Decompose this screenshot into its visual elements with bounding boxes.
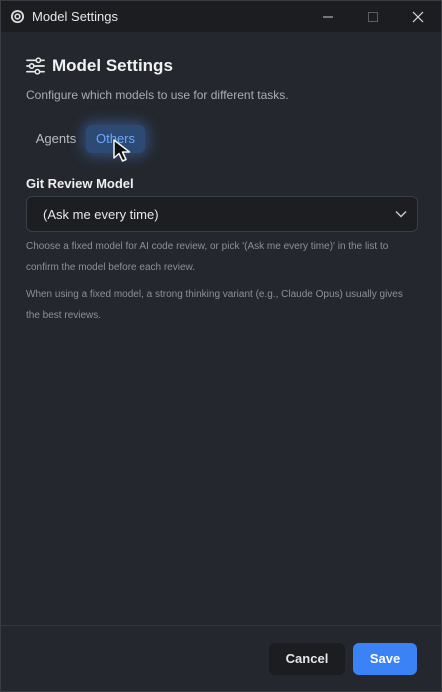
window-title: Model Settings — [32, 9, 118, 24]
select-value: (Ask me every time) — [43, 207, 159, 222]
help-text-thinking-variant: When using a fixed model, a strong think… — [26, 289, 403, 321]
close-button[interactable] — [395, 1, 441, 32]
help-text-fixed-model: Choose a fixed model for AI code review,… — [26, 241, 389, 273]
app-icon — [10, 9, 25, 24]
git-review-model-select[interactable]: (Ask me every time) — [26, 196, 418, 232]
title-bar: Model Settings — [1, 1, 441, 32]
close-icon — [412, 11, 424, 22]
page-title: Model Settings — [52, 56, 173, 75]
maximize-button[interactable] — [350, 1, 396, 32]
page-subtitle: Configure which models to use for differ… — [26, 88, 289, 102]
maximize-icon — [368, 11, 378, 22]
save-button[interactable]: Save — [353, 643, 417, 675]
chevron-down-icon — [395, 211, 407, 218]
sliders-icon — [26, 57, 45, 75]
git-review-model-label: Git Review Model — [26, 176, 134, 191]
footer-divider — [1, 625, 441, 626]
mouse-cursor-icon — [113, 139, 131, 162]
minimize-icon — [323, 16, 333, 17]
tab-agents[interactable]: Agents — [28, 125, 84, 153]
minimize-button[interactable] — [305, 1, 351, 32]
cancel-button[interactable]: Cancel — [269, 643, 345, 675]
model-settings-window: Model Settings Model Settings Configure … — [0, 0, 442, 692]
